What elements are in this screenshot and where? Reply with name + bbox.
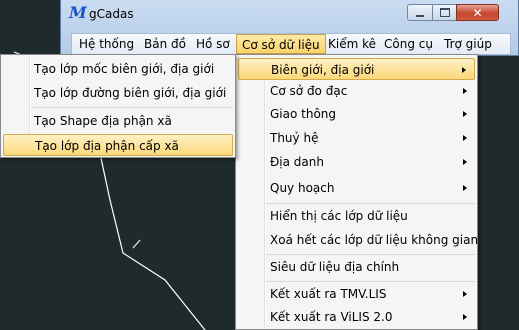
submenu-arrow-icon <box>463 291 467 297</box>
menu-ban-do[interactable]: Bản đồ <box>144 37 186 51</box>
submenu-arrow-icon <box>463 135 467 141</box>
close-icon: ✕ <box>472 5 483 20</box>
menu-bar: Hệ thống Bản đồ Hồ sơ Cơ sở dữ liệu Kiểm… <box>71 33 511 55</box>
dropdown-item-quy-hoach[interactable]: Quy hoạch <box>238 177 475 199</box>
menu-he-thong[interactable]: Hệ thống <box>79 37 134 51</box>
dropdown-item-ket-xuat-tmv[interactable]: Kết xuất ra TMV.LIS <box>238 283 475 305</box>
minimize-icon <box>416 14 424 17</box>
submenu-arrow-icon <box>463 185 467 191</box>
dropdown-item-bien-gioi[interactable]: Biên giới, địa giới <box>238 58 475 80</box>
menu-separator <box>31 107 233 108</box>
maximize-icon <box>439 8 450 17</box>
submenu-item-tao-lop-moc[interactable]: Tạo lớp mốc biên giới, địa giới <box>3 58 233 80</box>
submenu-arrow-icon <box>463 314 467 320</box>
dropdown-item-xoa-het-lop[interactable]: Xoá hết các lớp dữ liệu không gian <box>238 229 479 251</box>
dropdown-item-label: Cơ sở đo đạc <box>270 84 348 98</box>
maximize-button[interactable] <box>432 4 457 21</box>
bien-gioi-submenu: Tạo lớp mốc biên giới, địa giới Tạo lớp … <box>0 54 236 158</box>
dropdown-item-label: Kết xuất ra ViLIS 2.0 <box>270 310 393 324</box>
dropdown-item-label: Giao thông <box>270 107 337 121</box>
submenu-item-label: Tạo lớp địa phận cấp xã <box>35 139 179 153</box>
window-title: gCadas <box>89 7 134 21</box>
submenu-item-label: Tạo lớp đường biên giới, địa giới <box>34 86 227 100</box>
menu-tro-giup[interactable]: Trợ giúp <box>444 37 492 51</box>
co-so-du-lieu-dropdown: Biên giới, địa giới Cơ sở đo đạc Giao th… <box>235 54 478 330</box>
close-button[interactable]: ✕ <box>456 4 499 21</box>
dropdown-item-label: Quy hoạch <box>270 181 335 195</box>
dropdown-item-label: Thuỷ hệ <box>270 131 319 145</box>
app-window: M gCadas ✕ Hệ thống Bản đồ Hồ sơ Cơ sở d… <box>60 0 519 56</box>
menu-separator <box>266 203 475 204</box>
menu-co-so-du-lieu[interactable]: Cơ sở dữ liệu <box>236 34 326 54</box>
submenu-arrow-icon <box>463 111 467 117</box>
submenu-arrow-icon <box>463 88 467 94</box>
submenu-item-tao-lop-duong[interactable]: Tạo lớp đường biên giới, địa giới <box>3 82 233 104</box>
menu-kiem-ke[interactable]: Kiểm kê <box>328 37 376 51</box>
gcadas-logo-icon: M <box>69 3 87 22</box>
dropdown-item-label: Siêu dữ liệu địa chính <box>270 260 400 274</box>
minimize-button[interactable] <box>407 4 433 21</box>
dropdown-item-ket-xuat-vilis[interactable]: Kết xuất ra ViLIS 2.0 <box>238 306 475 328</box>
dropdown-item-thuy-he[interactable]: Thuỷ hệ <box>238 127 475 149</box>
dropdown-item-giao-thong[interactable]: Giao thông <box>238 103 475 125</box>
dropdown-item-sieu-du-lieu[interactable]: Siêu dữ liệu địa chính <box>238 256 475 278</box>
dropdown-item-hien-thi-lop[interactable]: Hiển thị các lớp dữ liệu <box>238 205 475 227</box>
menu-separator <box>266 281 475 282</box>
boundary-tick <box>132 239 141 249</box>
menu-ho-so[interactable]: Hồ sơ <box>196 37 230 51</box>
menu-separator <box>266 254 475 255</box>
submenu-arrow-icon <box>463 159 467 165</box>
submenu-item-tao-lop-dia-phan[interactable]: Tạo lớp địa phận cấp xã <box>3 134 233 156</box>
submenu-item-label: Tạo lớp mốc biên giới, địa giới <box>34 62 215 76</box>
dropdown-item-dia-danh[interactable]: Địa danh <box>238 151 475 173</box>
dropdown-item-label: Kết xuất ra TMV.LIS <box>270 287 387 301</box>
menu-cong-cu[interactable]: Công cụ <box>384 37 433 51</box>
dropdown-item-label: Biên giới, địa giới <box>271 63 375 77</box>
dropdown-item-co-so-do-dac[interactable]: Cơ sở đo đạc <box>238 80 475 102</box>
submenu-arrow-icon <box>462 67 466 73</box>
dropdown-item-label: Hiển thị các lớp dữ liệu <box>270 209 408 223</box>
submenu-item-label: Tạo Shape địa phận xã <box>34 114 172 128</box>
dropdown-item-label: Địa danh <box>270 155 324 169</box>
submenu-item-tao-shape[interactable]: Tạo Shape địa phận xã <box>3 110 233 132</box>
dropdown-item-label: Xoá hết các lớp dữ liệu không gian <box>270 233 479 247</box>
title-bar[interactable]: M gCadas ✕ <box>61 0 518 28</box>
